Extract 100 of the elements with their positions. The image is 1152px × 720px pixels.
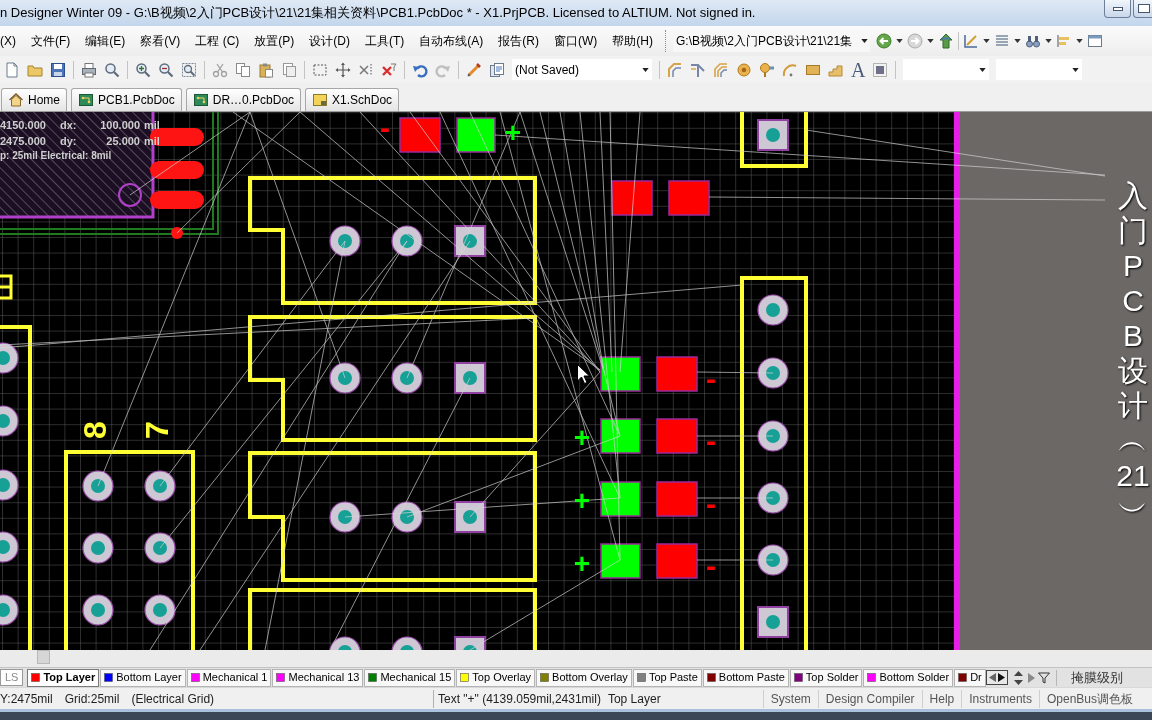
layer-sets-button[interactable]: LS	[0, 669, 24, 686]
up-down-arrows-icon[interactable]	[1013, 670, 1023, 685]
minimize-button[interactable]	[1104, 0, 1131, 18]
window-icon[interactable]	[1087, 33, 1103, 49]
panel-button[interactable]: System	[762, 689, 818, 708]
menu-item[interactable]: 工具(T)	[365, 32, 405, 50]
menu-item[interactable]: 设计(D)	[309, 32, 350, 50]
document-stack-icon[interactable]	[489, 61, 505, 78]
branch-icon[interactable]	[690, 61, 706, 78]
up-arrow-icon[interactable]	[938, 33, 954, 49]
route-icon[interactable]	[667, 61, 683, 78]
menu-item[interactable]: 自动布线(A)	[419, 32, 484, 50]
polarity-mark: -	[706, 548, 716, 582]
menu-item[interactable]: 放置(P)	[254, 32, 295, 50]
through-hole-pad	[391, 362, 423, 394]
panel-button[interactable]: OpenBus调色板	[1038, 689, 1140, 708]
caret-icon[interactable]	[1014, 39, 1021, 43]
caret-icon[interactable]	[896, 39, 903, 43]
back-icon[interactable]	[876, 33, 892, 49]
square-pad	[454, 636, 486, 650]
scroll-left-icon[interactable]	[988, 673, 996, 682]
polarity-mark: -	[706, 423, 716, 457]
menu-item[interactable]: 工程 (C)	[195, 32, 240, 50]
selection-rectangle-icon[interactable]	[312, 61, 328, 78]
page-icon[interactable]	[281, 61, 297, 78]
text-tool-button[interactable]: A	[851, 60, 866, 79]
layer-tab[interactable]: Top Solder	[789, 668, 863, 687]
layer-tab[interactable]: Bottom Layer	[100, 668, 186, 687]
smd-pad	[656, 418, 698, 454]
caret-icon[interactable]	[927, 39, 934, 43]
layer-tab[interactable]: Bottom Paste	[702, 668, 789, 687]
menu-item[interactable]: 察看(V)	[140, 32, 181, 50]
document-tab[interactable]: PCB1.PcbDoc	[71, 88, 182, 111]
menu-item[interactable]: 报告(R)	[498, 32, 539, 50]
menu-item[interactable]: 编辑(E)	[85, 32, 126, 50]
pin-icon[interactable]	[759, 61, 775, 78]
filter-icon[interactable]	[1037, 671, 1050, 684]
zoom-fit-icon[interactable]	[181, 61, 197, 78]
copy-icon[interactable]	[235, 61, 251, 78]
scroll-right-icon[interactable]	[997, 673, 1005, 682]
caret-icon[interactable]	[1045, 39, 1052, 43]
move-icon[interactable]	[335, 61, 351, 78]
polarity-mark: +	[573, 484, 591, 516]
ring-icon[interactable]	[736, 61, 752, 78]
house-icon	[8, 92, 24, 108]
document-tab[interactable]: DR…0.PcbDoc	[185, 88, 302, 111]
document-icon[interactable]	[4, 61, 20, 78]
layer-tab[interactable]: Top Paste	[632, 668, 702, 687]
hud-coordinate: 2475.000	[0, 134, 47, 149]
pointer-cursor-icon	[577, 364, 590, 384]
caret-icon[interactable]	[983, 39, 990, 43]
through-hole-pad	[144, 532, 176, 564]
scissors-icon[interactable]	[212, 61, 228, 78]
document-tab[interactable]: Home	[1, 88, 67, 111]
save-icon[interactable]	[50, 61, 66, 78]
menu-item[interactable]: 帮助(H)	[612, 32, 653, 50]
pencil-icon[interactable]	[466, 61, 482, 78]
panel-button[interactable]: Instruments	[961, 689, 1039, 708]
hud-delta-label: dx:	[60, 118, 78, 133]
zoom-in-icon[interactable]	[135, 61, 151, 78]
caret-icon[interactable]	[1076, 39, 1083, 43]
smd-pad	[656, 356, 698, 392]
chip-icon[interactable]	[872, 61, 889, 78]
menu-item[interactable]: (X)	[0, 32, 16, 50]
cross-icon[interactable]	[381, 61, 397, 78]
layer-tab[interactable]: Mechanical 13	[272, 668, 364, 687]
panel-button[interactable]: Design Compiler	[817, 689, 922, 708]
menu-item[interactable]: 文件(F)	[31, 32, 71, 50]
zoom-out-icon[interactable]	[158, 61, 174, 78]
panel-button[interactable]: Help	[921, 689, 962, 708]
through-hole-pad	[391, 501, 423, 533]
hud-delta-value: 100.000	[99, 118, 140, 133]
through-hole-pad	[82, 532, 114, 564]
select-field[interactable]	[996, 59, 1083, 80]
layer-tab[interactable]: Mechanical 1	[186, 668, 272, 687]
through-hole-pad	[0, 531, 19, 563]
binoculars-icon[interactable]	[1025, 33, 1041, 49]
layer-tab[interactable]: Top Overlay	[456, 668, 536, 687]
scrollbar-thumb[interactable]	[37, 650, 50, 664]
printer-icon[interactable]	[81, 61, 97, 78]
selection-info: Text "+" (4139.059mil,2431mil)	[438, 690, 601, 708]
route-pair-icon[interactable]	[713, 61, 729, 78]
document-tab[interactable]: X1.SchDoc	[305, 88, 400, 111]
search-icon[interactable]	[104, 61, 120, 78]
cursor-coordinates: Y:2475mil	[0, 690, 53, 708]
deselect-icon[interactable]	[358, 61, 374, 78]
layer-tab[interactable]: Dr	[954, 668, 986, 687]
smd-pad	[600, 481, 641, 517]
layer-tab[interactable]: Bottom Solder	[863, 668, 954, 687]
layer-tab[interactable]: Mechanical 15	[364, 668, 456, 687]
snapshot-dropdown[interactable]: (Not Saved)	[512, 59, 652, 80]
mask-level-button[interactable]: 掩膜级别	[1064, 669, 1129, 686]
through-hole-pad	[757, 482, 789, 514]
layer-tab[interactable]: Top Layer	[27, 668, 100, 687]
restore-button[interactable]	[1133, 0, 1152, 18]
layer-tab[interactable]: Bottom Overlay	[536, 668, 632, 687]
menu-item[interactable]: 窗口(W)	[554, 32, 598, 50]
select-field[interactable]	[903, 59, 990, 80]
paste-icon[interactable]	[258, 61, 274, 78]
arc-icon[interactable]	[782, 61, 798, 78]
